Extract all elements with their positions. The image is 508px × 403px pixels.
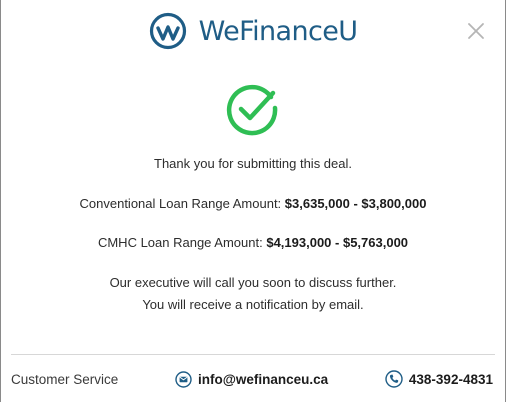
phone-icon [385,370,403,388]
cmhc-loan-amount: $4,193,000 - $5,763,000 [266,235,409,250]
executive-call-text: Our executive will call you soon to disc… [109,275,397,290]
email-address[interactable]: info@wefinanceu.ca [198,372,328,387]
phone-contact-link[interactable]: 438-392-4831 [385,370,493,388]
wefinanceu-logo-icon [149,12,187,50]
brand-logo: WeFinanceU [1,12,505,50]
cmhc-loan-label: CMHC Loan Range Amount: [97,235,267,250]
customer-service-label: Customer Service [11,371,119,387]
email-contact-link[interactable]: info@wefinanceu.ca [175,370,328,388]
phone-number[interactable]: 438-392-4831 [409,372,493,387]
success-modal: WeFinanceU Thank you for submitting this… [0,0,506,402]
close-button[interactable] [465,20,487,42]
close-icon[interactable] [465,20,487,42]
brand-name: WeFinanceU [198,15,358,47]
notification-text: You will receive a notification by email… [142,297,364,312]
footer: Customer Service info@wefinanceu.ca 438-… [11,370,493,388]
cmhc-loan-range: CMHC Loan Range Amount: $4,193,000 - $5,… [1,235,505,250]
mail-icon [175,370,192,388]
conventional-loan-range: Conventional Loan Range Amount: $3,635,0… [1,196,505,211]
success-indicator [1,80,505,140]
conventional-loan-amount: $3,635,000 - $3,800,000 [284,196,427,211]
conventional-loan-label: Conventional Loan Range Amount: [79,196,285,211]
thank-you-text: Thank you for submitting this deal. [154,156,352,171]
footer-divider [11,354,495,355]
check-circle-icon [226,84,278,136]
